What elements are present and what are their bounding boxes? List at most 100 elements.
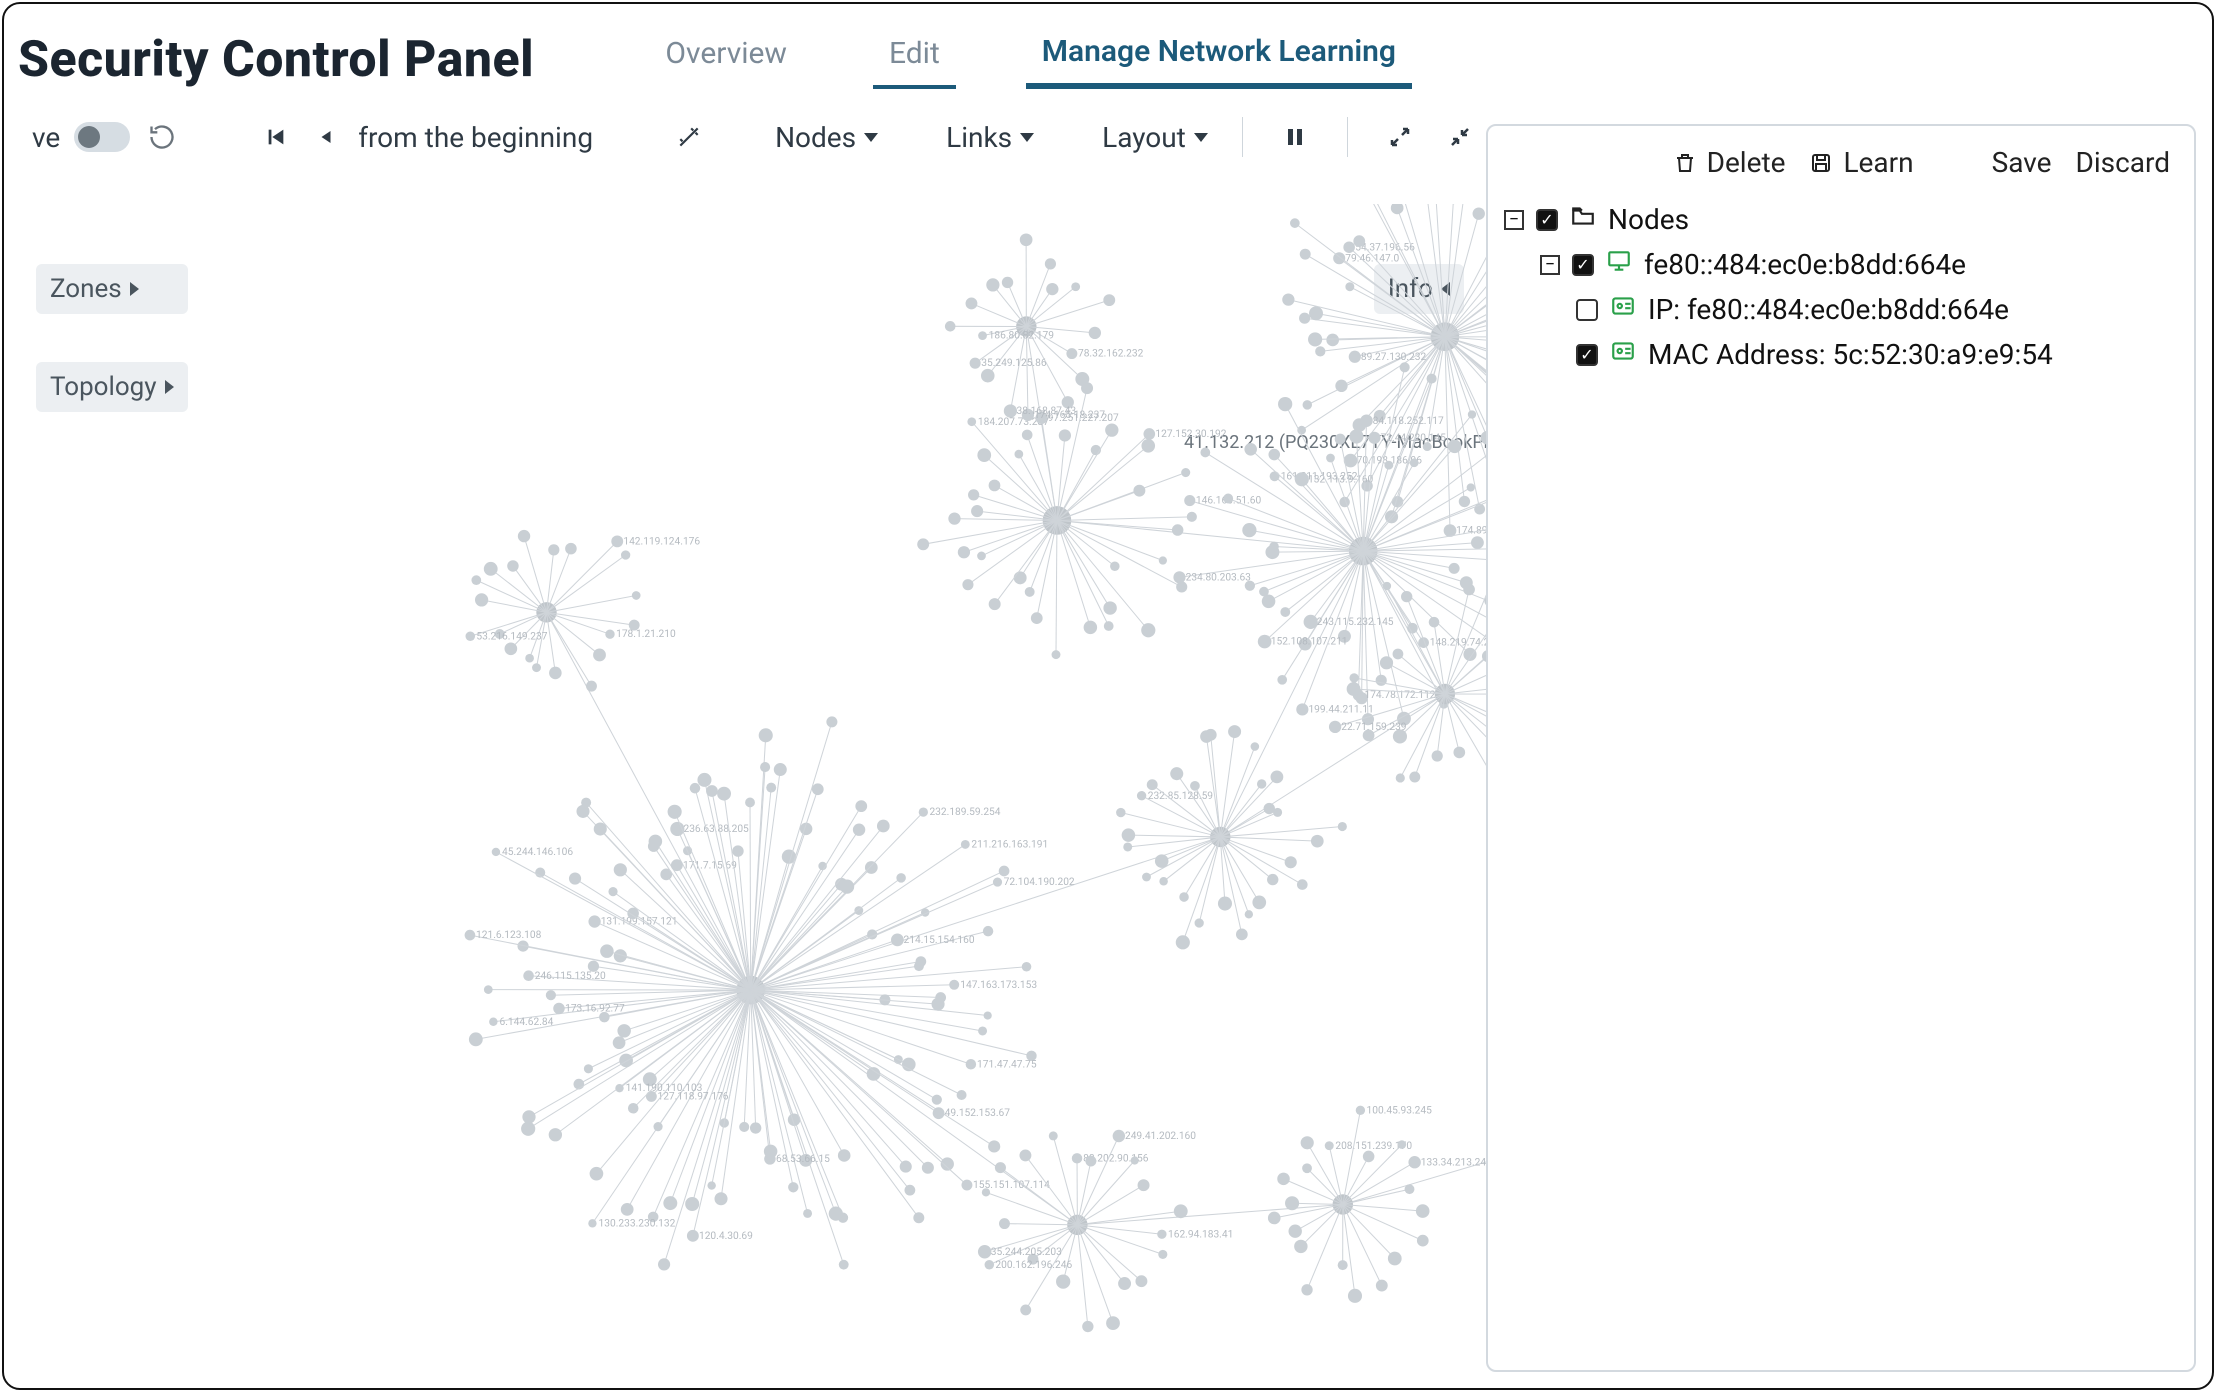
svg-text:68.53.66.15: 68.53.66.15 — [776, 1154, 830, 1165]
tree-leaf-mac-row[interactable]: MAC Address: 5c:52:30:a9:e9:54 — [1576, 332, 2176, 377]
svg-text:147.163.173.153: 147.163.173.153 — [960, 980, 1037, 991]
caret-down-icon — [864, 133, 878, 142]
svg-text:49.152.153.67: 49.152.153.67 — [945, 1108, 1011, 1119]
learn-button[interactable]: Learn — [1809, 146, 1913, 179]
discard-button[interactable]: Discard — [2075, 146, 2170, 179]
svg-text:232.189.59.254: 232.189.59.254 — [929, 807, 1000, 818]
caret-down-icon — [1194, 133, 1208, 142]
tab-manage-network-learning[interactable]: Manage Network Learning — [1026, 22, 1412, 89]
node-tree: − Nodes − fe80::484:ec0e:b8dd:664e — [1488, 197, 2194, 377]
tabs: Overview Edit Manage Network Learning — [649, 22, 1412, 89]
expander-icon[interactable]: − — [1540, 255, 1560, 275]
svg-text:186.80.82.179: 186.80.82.179 — [989, 331, 1055, 342]
svg-text:35.244.205.203: 35.244.205.203 — [991, 1247, 1062, 1258]
svg-text:121.6.123.108: 121.6.123.108 — [476, 930, 542, 941]
header: Security Control Panel Overview Edit Man… — [4, 4, 2212, 89]
magic-wand-icon[interactable] — [671, 119, 707, 155]
svg-text:22.71.159.239: 22.71.159.239 — [1341, 722, 1407, 733]
nodes-menu[interactable]: Nodes — [775, 121, 878, 154]
svg-text:78.32.162.232: 78.32.162.232 — [1078, 349, 1144, 360]
svg-text:100.45.93.245: 100.45.93.245 — [1367, 1105, 1433, 1116]
collapse-icon[interactable] — [1442, 119, 1478, 155]
svg-text:45.244.146.106: 45.244.146.106 — [502, 847, 573, 858]
trash-icon — [1673, 151, 1697, 175]
svg-text:6.144.62.84: 6.144.62.84 — [499, 1017, 553, 1028]
expand-icon[interactable] — [1382, 119, 1418, 155]
monitor-icon — [1606, 248, 1632, 281]
folder-open-icon — [1570, 203, 1596, 236]
live-label-fragment: ve — [32, 121, 60, 154]
skip-start-icon[interactable] — [258, 119, 294, 155]
svg-text:211.216.163.191: 211.216.163.191 — [971, 839, 1048, 850]
svg-text:132.113.9.160: 132.113.9.160 — [1308, 474, 1374, 485]
caret-down-icon — [1020, 133, 1034, 142]
playback-position-label: from the beginning — [358, 121, 593, 154]
svg-text:142.119.124.176: 142.119.124.176 — [623, 536, 700, 547]
tree-node-row[interactable]: − fe80::484:ec0e:b8dd:664e — [1540, 242, 2176, 287]
svg-text:232.85.128.59: 232.85.128.59 — [1148, 791, 1214, 802]
refresh-icon[interactable] — [144, 119, 180, 155]
tab-overview[interactable]: Overview — [649, 24, 803, 89]
svg-text:199.44.211.11: 199.44.211.11 — [1308, 705, 1373, 716]
svg-text:152.108.107.211: 152.108.107.211 — [1271, 637, 1348, 648]
save-label: Save — [1992, 146, 2052, 179]
live-toggle[interactable] — [74, 122, 130, 152]
svg-text:162.94.183.41: 162.94.183.41 — [1168, 1229, 1233, 1240]
svg-text:120.4.30.69: 120.4.30.69 — [699, 1231, 753, 1242]
svg-text:249.41.202.160: 249.41.202.160 — [1125, 1131, 1196, 1142]
checkbox[interactable] — [1576, 344, 1598, 366]
pause-icon[interactable] — [1277, 119, 1313, 155]
tree-node-label: fe80::484:ec0e:b8dd:664e — [1644, 248, 1966, 281]
svg-text:234.80.203.63: 234.80.203.63 — [1186, 572, 1252, 583]
save-button[interactable]: Save — [1992, 146, 2052, 179]
svg-text:84.118.252.117: 84.118.252.117 — [1373, 416, 1444, 427]
tree-leaf-mac-label: MAC Address: 5c:52:30:a9:e9:54 — [1648, 338, 2053, 371]
learn-label: Learn — [1843, 146, 1913, 179]
delete-button[interactable]: Delete — [1673, 146, 1786, 179]
expander-icon[interactable]: − — [1504, 210, 1524, 230]
step-back-icon[interactable] — [308, 119, 344, 155]
app-frame: Security Control Panel Overview Edit Man… — [2, 2, 2214, 1390]
id-card-icon — [1610, 338, 1636, 371]
svg-text:72.104.190.202: 72.104.190.202 — [1004, 877, 1075, 888]
svg-text:200.162.196.246: 200.162.196.246 — [995, 1260, 1072, 1271]
svg-text:35.249.125.86: 35.249.125.86 — [981, 358, 1047, 369]
svg-text:133.34.213.241: 133.34.213.241 — [1421, 1157, 1492, 1168]
svg-text:141.190.110.103: 141.190.110.103 — [626, 1083, 703, 1094]
links-menu[interactable]: Links — [946, 121, 1034, 154]
svg-text:89.27.130.232: 89.27.130.232 — [1361, 352, 1427, 363]
tab-edit[interactable]: Edit — [873, 24, 956, 89]
svg-text:178.1.21.210: 178.1.21.210 — [616, 629, 676, 640]
page-title: Security Control Panel — [16, 23, 534, 89]
svg-text:243.115.232.145: 243.115.232.145 — [1317, 617, 1394, 628]
svg-text:246.115.135.20: 246.115.135.20 — [535, 971, 606, 982]
svg-text:79.46.147.0: 79.46.147.0 — [1345, 253, 1399, 264]
layout-menu-label: Layout — [1102, 121, 1186, 154]
learning-side-panel: Delete Learn Save Discard − Nodes — [1486, 124, 2196, 1372]
toolbar-separator — [1242, 117, 1243, 157]
checkbox[interactable] — [1536, 209, 1558, 231]
floppy-icon — [1809, 151, 1833, 175]
tree-root-label: Nodes — [1608, 203, 1689, 236]
id-card-icon — [1610, 293, 1636, 326]
discard-label: Discard — [2075, 146, 2170, 179]
toolbar-separator — [1347, 117, 1348, 157]
svg-text:171.47.47.75: 171.47.47.75 — [977, 1059, 1037, 1070]
tree-leaf-ip-row[interactable]: IP: fe80::484:ec0e:b8dd:664e — [1576, 287, 2176, 332]
checkbox[interactable] — [1572, 254, 1594, 276]
nodes-menu-label: Nodes — [775, 121, 856, 154]
delete-label: Delete — [1707, 146, 1786, 179]
layout-menu[interactable]: Layout — [1102, 121, 1208, 154]
svg-text:72.44.220.145: 72.44.220.145 — [1381, 433, 1447, 444]
tree-leaf-ip-label: IP: fe80::484:ec0e:b8dd:664e — [1648, 293, 2009, 326]
svg-text:131.199.157.121: 131.199.157.121 — [601, 917, 678, 928]
svg-text:173.16.92.77: 173.16.92.77 — [565, 1004, 625, 1015]
svg-text:130.233.230.132: 130.233.230.132 — [599, 1218, 676, 1229]
tree-root-row[interactable]: − Nodes — [1504, 197, 2176, 242]
svg-text:171.7.15.69: 171.7.15.69 — [683, 860, 737, 871]
links-menu-label: Links — [946, 121, 1012, 154]
checkbox[interactable] — [1576, 299, 1598, 321]
svg-text:127.152.30.192: 127.152.30.192 — [1155, 429, 1226, 440]
svg-text:53.216.149.237: 53.216.149.237 — [476, 631, 547, 642]
side-panel-toolbar: Delete Learn Save Discard — [1488, 126, 2194, 197]
